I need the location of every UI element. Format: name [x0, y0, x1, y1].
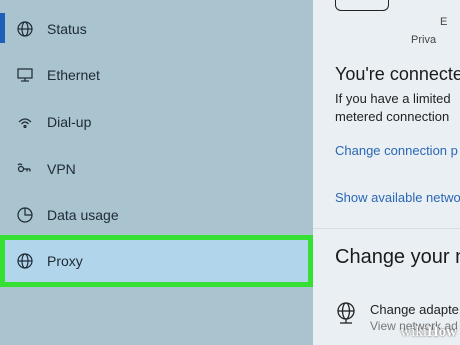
sidebar-item-status[interactable]: Status — [0, 6, 313, 52]
main-pane: E Priva You're connecte If you have a li… — [313, 0, 460, 345]
monitor-icon — [16, 66, 34, 84]
sidebar-item-label: Proxy — [47, 253, 83, 269]
network-monitor-icon — [335, 0, 389, 11]
network-name-text: E — [440, 16, 448, 28]
sidebar-item-label: Ethernet — [47, 67, 100, 83]
adapter-globe-icon — [337, 302, 355, 324]
sidebar-item-dialup[interactable]: Dial-up — [0, 99, 313, 145]
pie-chart-icon — [16, 206, 34, 224]
section-divider — [313, 228, 460, 229]
connection-status-heading: You're connecte — [335, 64, 460, 84]
sidebar-item-label: Status — [47, 21, 87, 37]
sidebar-item-vpn[interactable]: VPN — [0, 146, 313, 192]
change-network-settings-heading: Change your n — [335, 246, 460, 268]
globe-icon — [16, 252, 34, 270]
show-available-networks-link[interactable]: Show available netwo — [335, 190, 460, 205]
sidebar-item-label: Dial-up — [47, 114, 92, 130]
sidebar-item-label: VPN — [47, 161, 76, 177]
globe-icon — [16, 20, 34, 38]
description-line-1: If you have a limited — [335, 91, 451, 106]
sidebar-item-label: Data usage — [47, 207, 119, 223]
description-line-2: metered connection — [335, 109, 450, 124]
sidebar-item-ethernet[interactable]: Ethernet — [0, 52, 313, 98]
settings-sidebar: Status Ethernet Dial-up VPN Data usage P… — [0, 0, 313, 345]
network-type-text: Priva — [411, 34, 437, 46]
sidebar-item-data-usage[interactable]: Data usage — [0, 192, 313, 238]
sidebar-item-proxy[interactable]: Proxy — [0, 238, 313, 284]
dialup-icon — [16, 113, 34, 131]
vpn-icon — [16, 160, 34, 178]
change-connection-properties-link[interactable]: Change connection p — [335, 143, 458, 158]
change-adapter-options-link[interactable]: Change adapte — [370, 302, 459, 317]
wikihow-watermark: wikiHow — [400, 324, 457, 340]
